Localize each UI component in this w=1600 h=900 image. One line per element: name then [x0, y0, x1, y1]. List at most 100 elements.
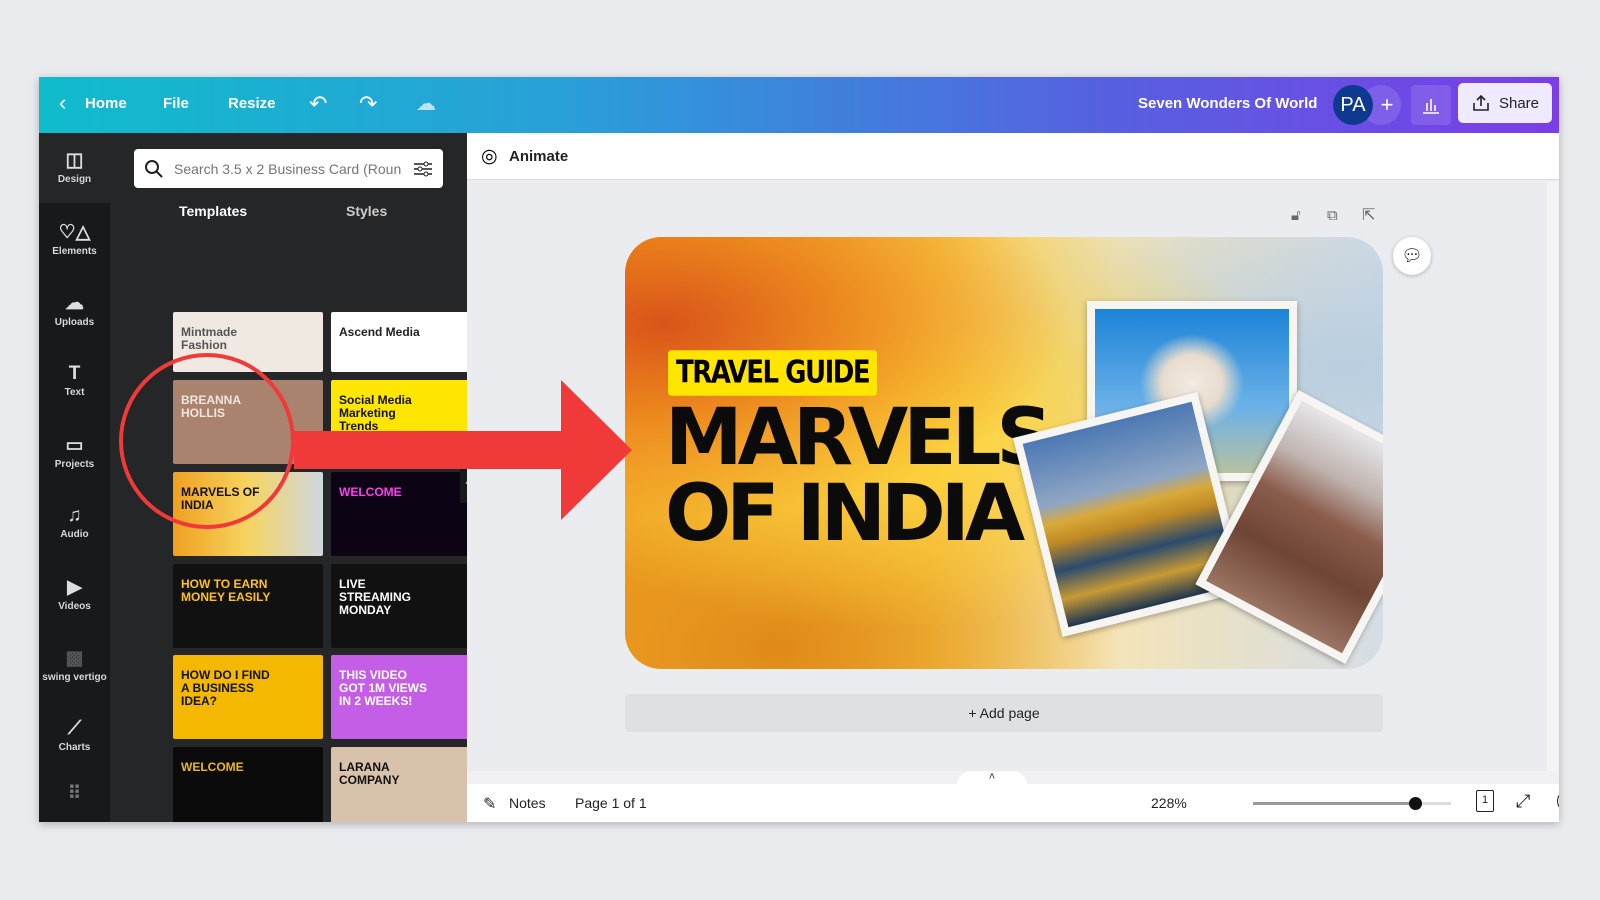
- template-thumbnail[interactable]: Social Media Marketing Trends: [331, 380, 481, 464]
- rail-label: Uploads: [54, 317, 95, 328]
- home-button[interactable]: Home: [85, 95, 127, 112]
- lock-icon[interactable]: 🔓︎: [1291, 207, 1301, 224]
- folder-icon: ▭: [65, 435, 84, 456]
- help-button[interactable]: ?: [1557, 790, 1559, 812]
- more-apps-icon[interactable]: ⠿: [39, 783, 110, 804]
- template-title: WELCOME: [339, 485, 402, 499]
- zoom-slider[interactable]: [1253, 797, 1451, 810]
- side-rail: ◫ Design ♡△ Elements ☁ Uploads T Text ▭ Proje…: [39, 133, 110, 822]
- template-thumbnail[interactable]: LIVE STREAMING MONDAY: [331, 564, 481, 648]
- file-menu[interactable]: File: [163, 95, 189, 112]
- template-title: Ascend Media: [339, 325, 420, 339]
- rail-item-design[interactable]: ◫ Design: [39, 133, 110, 203]
- search-icon: [145, 159, 163, 178]
- app-thumbnail-icon: ▩: [65, 648, 84, 669]
- document-title[interactable]: Seven Wonders Of World: [1138, 95, 1317, 112]
- vertical-scrollbar[interactable]: [1547, 181, 1559, 771]
- template-search[interactable]: [134, 149, 443, 188]
- template-thumbnail[interactable]: HOW TO EARN MONEY EASILY: [173, 564, 323, 648]
- chart-line-icon: ⟋: [67, 718, 82, 739]
- add-page-button[interactable]: + Add page: [625, 694, 1383, 732]
- rail-label: swing vertigo: [42, 672, 107, 683]
- share-button[interactable]: Share: [1458, 83, 1552, 123]
- context-toolbar: ◎ Animate: [467, 133, 1559, 180]
- rail-item-videos[interactable]: ▶ Videos: [39, 576, 110, 612]
- rail-item-audio[interactable]: ♫ Audio: [39, 505, 110, 540]
- template-title: HOW DO I FIND A BUSINESS IDEA?: [181, 668, 270, 708]
- avatar[interactable]: PA: [1333, 85, 1373, 125]
- duplicate-icon[interactable]: ⧉: [1327, 207, 1338, 224]
- template-title: HOW TO EARN MONEY EASILY: [181, 577, 271, 604]
- upload-icon: [1473, 94, 1489, 111]
- rail-label: Elements: [52, 246, 97, 257]
- add-page-icon[interactable]: ⇱: [1362, 205, 1375, 225]
- bar-chart-icon: [1423, 99, 1439, 114]
- rail-item-projects[interactable]: ▭ Projects: [39, 434, 110, 470]
- template-thumbnail[interactable]: WELCOME: [331, 472, 481, 556]
- templates-panel: Templates Styles Mintmade Fashion Ascend …: [110, 133, 481, 822]
- notes-button[interactable]: Notes: [509, 795, 546, 811]
- template-title: THIS VIDEO GOT 1M VIEWS IN 2 WEEKS!: [339, 668, 428, 708]
- template-title: Mintmade Fashion: [181, 325, 238, 352]
- search-input[interactable]: [174, 160, 403, 177]
- layout-icon: ◫: [65, 150, 84, 171]
- template-thumbnail[interactable]: THIS VIDEO GOT 1M VIEWS IN 2 WEEKS!: [331, 655, 481, 739]
- travel-guide-tag[interactable]: TRAVEL GUIDE: [668, 350, 878, 396]
- share-label: Share: [1498, 94, 1540, 112]
- rail-item-elements[interactable]: ♡△ Elements: [39, 221, 110, 257]
- zoom-slider-fill: [1253, 802, 1416, 805]
- template-title: LIVE STREAMING MONDAY: [339, 577, 411, 617]
- top-bar: ‹ Home File Resize ↶ ↷ ☁ Seven Wonders O…: [39, 77, 1559, 133]
- zoom-slider-handle[interactable]: [1409, 797, 1423, 810]
- rail-item-uploads[interactable]: ☁ Uploads: [39, 292, 110, 328]
- insights-button[interactable]: [1411, 85, 1451, 125]
- template-title: BREANNA HOLLIS: [181, 393, 241, 420]
- rail-item-swing-vertigo[interactable]: ▩ swing vertigo: [39, 647, 110, 683]
- rail-item-charts[interactable]: ⟋ Charts: [39, 718, 110, 753]
- animate-icon[interactable]: ◎: [481, 145, 498, 168]
- rail-label: Videos: [58, 601, 91, 612]
- page-indicator: Page 1 of 1: [575, 795, 647, 811]
- template-thumbnail[interactable]: Ascend Media: [331, 312, 481, 372]
- filter-icon[interactable]: [413, 160, 433, 178]
- canvas-area: ◎ Animate 🔓︎ ⧉ ⇱ 💬︎ TRAVEL GUIDE MARVELS…: [467, 133, 1559, 822]
- template-title: LARANA COMPANY: [339, 760, 400, 787]
- tab-styles[interactable]: Styles: [346, 203, 387, 219]
- template-thumbnail[interactable]: Mintmade Fashion: [173, 312, 323, 372]
- cloud-upload-icon: ☁: [65, 293, 84, 314]
- rail-item-text[interactable]: T Text: [39, 363, 110, 398]
- template-title: MARVELS OF INDIA: [181, 485, 260, 512]
- tab-templates[interactable]: Templates: [179, 203, 247, 219]
- template-title: WELCOME: [181, 760, 244, 774]
- template-thumbnail[interactable]: MARVELS OF INDIA: [173, 472, 323, 556]
- zoom-level[interactable]: 228%: [1151, 795, 1187, 811]
- footer-bar: ✎ Notes Page 1 of 1 228% 1 ⤢ ?: [467, 784, 1559, 822]
- rail-label: Text: [64, 387, 85, 398]
- add-comment-button[interactable]: 💬︎: [1393, 237, 1431, 275]
- rail-label: Audio: [60, 529, 89, 540]
- notes-icon[interactable]: ✎: [483, 794, 496, 814]
- resize-button[interactable]: Resize: [228, 95, 276, 112]
- chevron-left-icon[interactable]: ‹: [59, 90, 66, 116]
- rail-label: Design: [57, 174, 92, 185]
- template-thumbnail[interactable]: BREANNA HOLLIS: [173, 380, 323, 464]
- template-thumbnail[interactable]: WELCOME: [173, 747, 323, 822]
- fullscreen-icon[interactable]: ⤢: [1516, 791, 1530, 812]
- animate-button[interactable]: Animate: [509, 148, 568, 165]
- rail-label: Projects: [54, 459, 95, 470]
- canva-editor-window: ‹ Home File Resize ↶ ↷ ☁ Seven Wonders O…: [39, 77, 1559, 822]
- design-page[interactable]: TRAVEL GUIDE MARVELS OF INDIA: [625, 237, 1383, 669]
- page-grid-button[interactable]: 1: [1476, 790, 1494, 812]
- template-thumbnail[interactable]: LARANA COMPANY: [331, 747, 481, 822]
- video-icon: ▶: [67, 577, 82, 598]
- shapes-icon: ♡△: [58, 222, 91, 243]
- rail-label: Charts: [58, 742, 91, 753]
- undo-icon[interactable]: ↶: [309, 91, 327, 117]
- headline-line-2[interactable]: OF INDIA: [665, 475, 1025, 553]
- template-title: Social Media Marketing Trends: [339, 393, 412, 433]
- headline-line-1[interactable]: MARVELS: [665, 399, 1053, 477]
- cloud-saved-icon[interactable]: ☁: [416, 91, 436, 116]
- redo-icon[interactable]: ↷: [359, 91, 377, 117]
- template-thumbnail[interactable]: HOW DO I FIND A BUSINESS IDEA?: [173, 655, 323, 739]
- text-icon: T: [68, 363, 81, 384]
